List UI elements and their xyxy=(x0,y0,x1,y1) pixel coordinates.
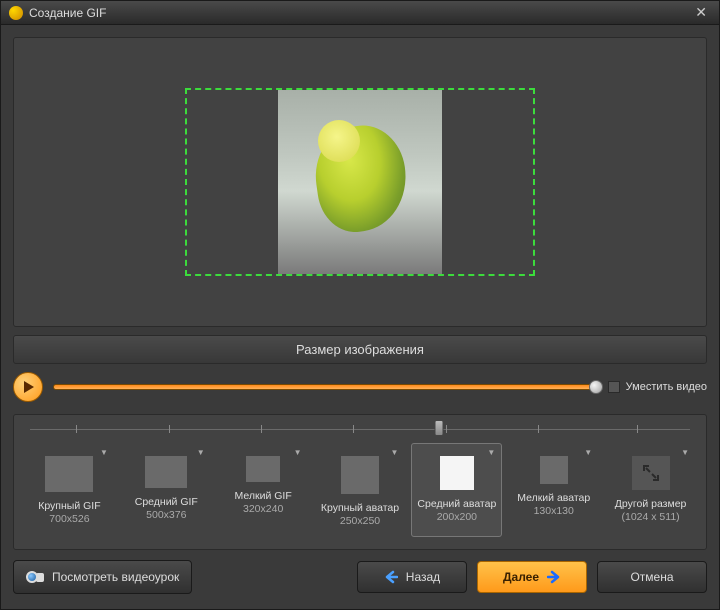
cancel-label: Отмена xyxy=(630,570,673,584)
size-thumb xyxy=(145,456,187,488)
size-medium-gif[interactable]: ▼ Средний GIF 500x376 xyxy=(121,443,212,537)
camera-icon xyxy=(26,568,44,586)
size-thumb xyxy=(341,456,379,494)
checkbox-box xyxy=(608,381,620,393)
footer: Посмотреть видеоурок Назад Далее Отмена xyxy=(13,560,707,594)
app-icon xyxy=(9,6,23,20)
size-large-gif[interactable]: ▼ Крупный GIF 700x526 xyxy=(24,443,115,537)
arrow-right-icon xyxy=(547,570,561,584)
close-icon[interactable]: ✕ xyxy=(691,4,711,21)
playback-row: Уместить видео xyxy=(13,372,707,402)
tutorial-button[interactable]: Посмотреть видеоурок xyxy=(13,560,192,594)
fit-video-label: Уместить видео xyxy=(626,381,707,393)
section-header: Размер изображения xyxy=(13,335,707,364)
size-label: Другой размер xyxy=(608,498,693,511)
video-frame-preview xyxy=(278,90,442,274)
gif-dialog: Создание GIF ✕ Размер изображения Умести… xyxy=(0,0,720,610)
size-label: Мелкий аватар xyxy=(511,492,596,505)
next-label: Далее xyxy=(503,570,539,584)
sizes-panel: ▼ Крупный GIF 700x526 ▼ Средний GIF 500x… xyxy=(13,414,707,550)
chevron-down-icon: ▼ xyxy=(294,448,302,457)
chevron-down-icon: ▼ xyxy=(681,448,689,457)
size-dim: (1024 x 511) xyxy=(608,511,693,524)
size-small-gif[interactable]: ▼ Мелкий GIF 320x240 xyxy=(218,443,309,537)
progress-slider[interactable] xyxy=(53,384,598,390)
play-icon xyxy=(23,380,35,394)
size-thumb xyxy=(45,456,93,492)
play-button[interactable] xyxy=(13,372,43,402)
size-dim: 200x200 xyxy=(414,511,499,524)
size-label: Средний аватар xyxy=(414,498,499,511)
size-dim: 700x526 xyxy=(27,513,112,526)
chevron-down-icon: ▼ xyxy=(197,448,205,457)
size-label: Мелкий GIF xyxy=(221,490,306,503)
size-thumb xyxy=(540,456,568,484)
ruler-thumb[interactable] xyxy=(435,420,444,436)
back-label: Назад xyxy=(406,570,440,584)
chevron-down-icon: ▼ xyxy=(584,448,592,457)
preview-area xyxy=(13,37,707,327)
window-title: Создание GIF xyxy=(29,6,106,20)
next-button[interactable]: Далее xyxy=(477,561,587,593)
crop-selection[interactable] xyxy=(185,88,535,276)
size-thumb xyxy=(246,456,280,482)
size-medium-avatar[interactable]: ▼ Средний аватар 200x200 xyxy=(411,443,502,537)
size-options: ▼ Крупный GIF 700x526 ▼ Средний GIF 500x… xyxy=(24,443,696,537)
cancel-button[interactable]: Отмена xyxy=(597,561,707,593)
size-thumb xyxy=(632,456,670,490)
expand-icon xyxy=(642,464,660,482)
fit-video-checkbox[interactable]: Уместить видео xyxy=(608,381,707,393)
chevron-down-icon: ▼ xyxy=(100,448,108,457)
size-dim: 250x250 xyxy=(318,515,403,528)
arrow-left-icon xyxy=(384,570,398,584)
size-label: Крупный аватар xyxy=(318,502,403,515)
chevron-down-icon: ▼ xyxy=(487,448,495,457)
size-dim: 320x240 xyxy=(221,503,306,516)
size-dim: 130x130 xyxy=(511,505,596,518)
size-custom[interactable]: ▼ Другой размер (1024 x 511) xyxy=(605,443,696,537)
size-label: Средний GIF xyxy=(124,496,209,509)
progress-thumb[interactable] xyxy=(589,380,603,394)
size-ruler[interactable] xyxy=(30,423,690,435)
size-thumb xyxy=(440,456,474,490)
chevron-down-icon: ▼ xyxy=(391,448,399,457)
size-small-avatar[interactable]: ▼ Мелкий аватар 130x130 xyxy=(508,443,599,537)
size-label: Крупный GIF xyxy=(27,500,112,513)
back-button[interactable]: Назад xyxy=(357,561,467,593)
size-dim: 500x376 xyxy=(124,509,209,522)
titlebar: Создание GIF ✕ xyxy=(1,1,719,25)
tutorial-label: Посмотреть видеоурок xyxy=(52,570,179,584)
size-large-avatar[interactable]: ▼ Крупный аватар 250x250 xyxy=(315,443,406,537)
